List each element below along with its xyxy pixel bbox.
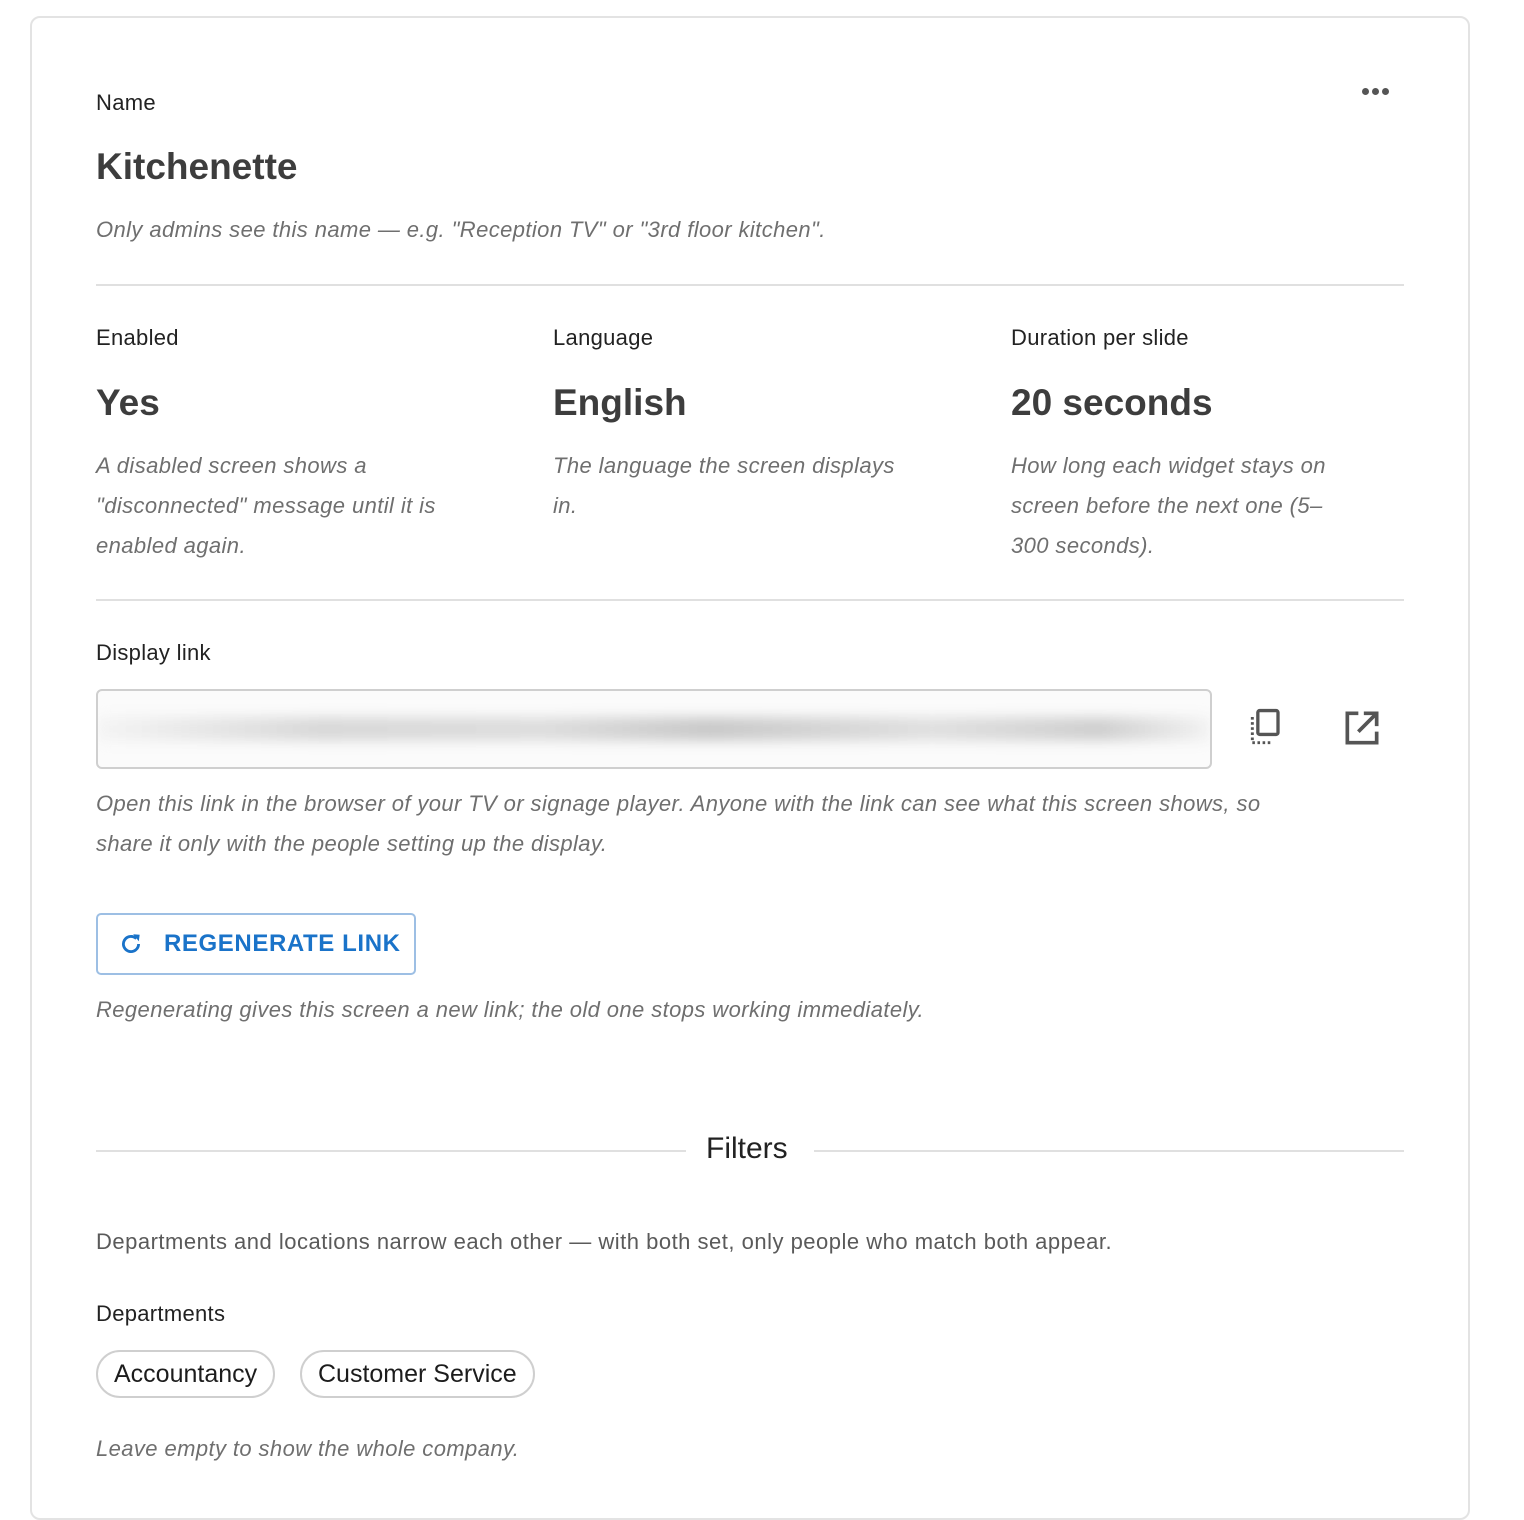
duration-value: 20 seconds — [1011, 382, 1213, 423]
language-help-text: The language the screen displays in. — [553, 453, 895, 518]
enabled-value: Yes — [96, 382, 160, 423]
display-link-label: Display link — [96, 640, 211, 665]
filters-description: Departments and locations narrow each ot… — [96, 1229, 1113, 1254]
display-link-field[interactable] — [96, 689, 1212, 769]
enabled-label: Enabled — [96, 325, 179, 350]
duration-label: Duration per slide — [1011, 325, 1189, 350]
display-link-help-text: Open this link in the browser of your TV… — [96, 791, 1261, 856]
filters-divider-left — [96, 1150, 686, 1152]
open-link-button[interactable] — [1340, 706, 1384, 750]
filters-heading: Filters — [706, 1132, 788, 1165]
more-horizontal-icon — [1362, 88, 1369, 95]
copy-link-button[interactable] — [1245, 706, 1289, 750]
departments-help-text: Leave empty to show the whole company. — [96, 1436, 520, 1461]
regenerate-link-button[interactable]: REGENERATE LINK — [96, 913, 416, 975]
department-chip-customer-service[interactable]: Customer Service — [300, 1350, 535, 1398]
regenerate-link-label: REGENERATE LINK — [164, 930, 401, 957]
name-label: Name — [96, 90, 156, 115]
regenerate-help-text: Regenerating gives this screen a new lin… — [96, 997, 925, 1022]
divider — [96, 284, 1404, 286]
screen-name-value: Kitchenette — [96, 146, 298, 187]
language-label: Language — [553, 325, 654, 350]
redacted-link-text — [98, 717, 1210, 741]
duration-help-text: How long each widget stays on screen bef… — [1011, 453, 1326, 558]
name-help-text: Only admins see this name — e.g. "Recept… — [96, 217, 826, 242]
screen-settings-card: Name Kitchenette Only admins see this na… — [30, 16, 1470, 1520]
copy-icon — [1250, 708, 1280, 745]
filters-divider-right — [814, 1150, 1404, 1152]
language-value: English — [553, 382, 687, 423]
departments-label: Departments — [96, 1301, 226, 1326]
refresh-icon — [122, 934, 140, 953]
department-chip-accountancy[interactable]: Accountancy — [96, 1350, 276, 1398]
open-in-new-icon — [1345, 711, 1379, 745]
enabled-help-text: A disabled screen shows a "disconnected"… — [96, 453, 436, 558]
more-options-button[interactable] — [1362, 82, 1402, 102]
divider — [96, 599, 1404, 601]
